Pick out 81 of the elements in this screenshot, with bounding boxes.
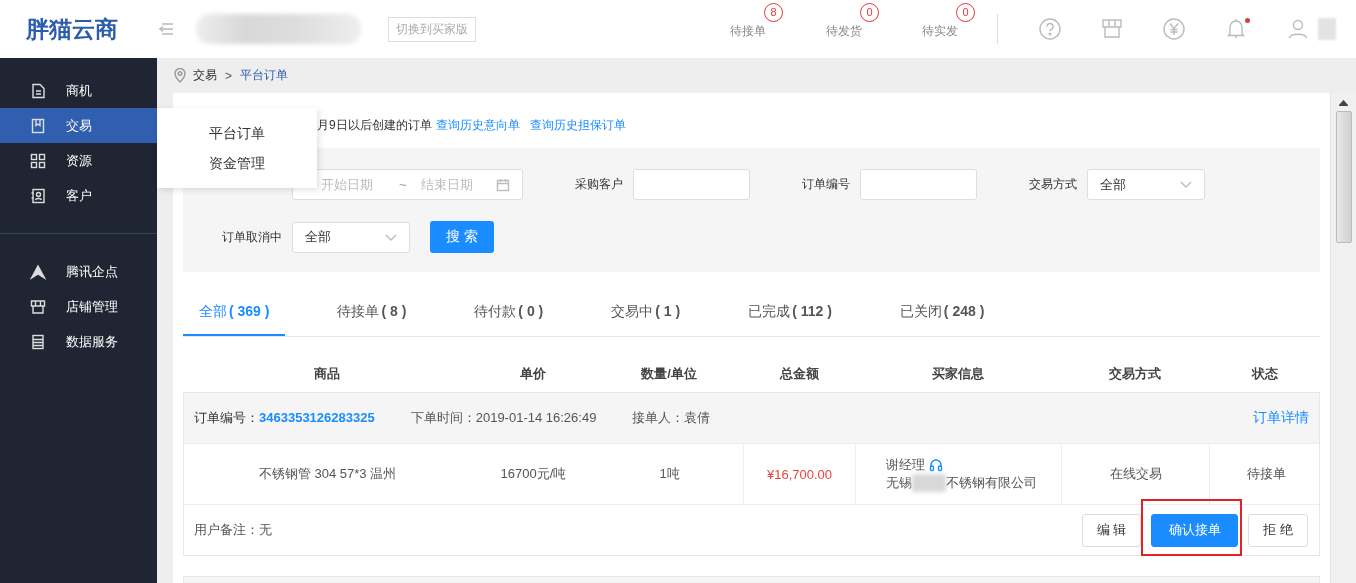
- chevron-down-icon: [1180, 181, 1192, 188]
- dropdown[interactable]: 全部: [1087, 169, 1205, 200]
- sidebar-item[interactable]: 资源: [0, 143, 157, 178]
- action-button[interactable]: 编 辑: [1081, 513, 1142, 547]
- column-header: 状态: [1250, 365, 1279, 383]
- filter-label: 订单编号: [802, 176, 850, 193]
- blurred-text: [912, 474, 946, 492]
- history-link[interactable]: 查询历史意向单: [435, 117, 520, 134]
- logo-text: 胖猫云商: [26, 14, 118, 44]
- store-icon: [30, 298, 46, 315]
- history-link[interactable]: 查询历史担保订单: [529, 117, 626, 134]
- bookmark-icon: [30, 117, 46, 134]
- user-icon[interactable]: [1286, 17, 1310, 41]
- submenu-item[interactable]: 平台订单: [157, 118, 317, 148]
- count-badge: 0: [860, 2, 879, 22]
- sidebar-item[interactable]: 腾讯企点: [0, 254, 157, 289]
- scroll-up-icon: [1339, 100, 1348, 106]
- dropdown[interactable]: 全部: [292, 221, 410, 253]
- column-header: 交易方式: [1108, 365, 1162, 383]
- total-amount: ¥16,700.00: [744, 444, 856, 504]
- order-number: 订单编号：3463353126283325: [194, 409, 375, 427]
- document-icon: [30, 82, 46, 99]
- status-tab[interactable]: 全部( 369 ): [183, 292, 286, 336]
- status-tab[interactable]: 交易中( 1 ): [595, 292, 697, 336]
- peak-icon: [30, 263, 46, 280]
- status-tab[interactable]: 待接单( 8 ): [321, 292, 423, 336]
- filter-label: 采购客户: [575, 176, 623, 193]
- collapse-menu-icon[interactable]: [158, 22, 174, 36]
- sidebar-item[interactable]: 商机: [0, 73, 157, 108]
- date-input[interactable]: 开始日期: [321, 177, 391, 192]
- chevron-down-icon: [385, 233, 397, 241]
- help-icon[interactable]: [1038, 17, 1062, 41]
- location-pin-icon: [174, 68, 186, 83]
- order-status: 待接单: [1245, 465, 1287, 483]
- status-tab[interactable]: 已关闭( 248 ): [883, 292, 1001, 336]
- column-header: 商品: [312, 365, 341, 383]
- filter-label: 交易方式: [1029, 176, 1077, 193]
- list-icon: [30, 333, 46, 350]
- action-button[interactable]: 拒 绝: [1248, 513, 1308, 547]
- sidebar-item[interactable]: 交易: [0, 108, 157, 143]
- sidebar-item[interactable]: 客户: [0, 178, 157, 213]
- yen-icon[interactable]: [1162, 17, 1186, 41]
- date-input[interactable]: 结束日期: [420, 177, 491, 192]
- store-icon[interactable]: [1100, 17, 1124, 41]
- count-badge: 0: [956, 2, 975, 22]
- status-tab[interactable]: 已完成( 112 ): [732, 292, 848, 336]
- buyer-company: 无锡: [886, 474, 912, 492]
- user-remark: 用户备注：无: [194, 521, 272, 539]
- counter-link[interactable]: 待实发: [922, 23, 958, 38]
- column-header: 买家信息: [931, 365, 985, 383]
- product-name: 不锈钢管 304 57*3 温州: [257, 465, 398, 483]
- buyer-company: 不锈钢有限公司: [946, 474, 1037, 492]
- grid-icon: [30, 152, 46, 169]
- notice-text: 月9日以后创建的订单: [317, 117, 432, 134]
- quantity: 1吨: [596, 444, 744, 504]
- order-receiver: 接单人：袁倩: [632, 409, 711, 427]
- filter-label: 订单取消中: [221, 228, 282, 246]
- breadcrumb-link[interactable]: 平台订单: [240, 67, 288, 84]
- text-field[interactable]: [860, 169, 977, 200]
- order-time: 下单时间：2019-01-14 16:26:49: [410, 409, 597, 427]
- counter-link[interactable]: 待发货: [826, 23, 862, 38]
- column-header: 总金额: [778, 365, 820, 383]
- scrollbar-thumb[interactable]: [1335, 111, 1352, 243]
- column-header: 单价: [518, 365, 547, 383]
- text-field[interactable]: [633, 169, 750, 200]
- counter-link[interactable]: 待接单: [730, 23, 766, 38]
- range-separator: ~: [399, 177, 407, 192]
- contact-card-icon: [30, 187, 46, 204]
- breadcrumb-separator: >: [225, 68, 232, 83]
- column-header: 数量/单位: [640, 365, 698, 383]
- calendar-icon: [496, 177, 510, 192]
- headset-icon[interactable]: [929, 458, 943, 472]
- unit-price: 16700元/吨: [499, 465, 568, 483]
- count-badge: 8: [764, 2, 783, 22]
- blurred-user-name: [1318, 18, 1336, 40]
- buyer-name: 谢经理: [886, 456, 925, 474]
- breadcrumb-link[interactable]: 交易: [193, 67, 217, 84]
- status-tab[interactable]: 待付款( 0 ): [458, 292, 560, 336]
- sidebar-item[interactable]: 店铺管理: [0, 289, 157, 324]
- trade-method: 在线交易: [1062, 444, 1210, 504]
- sidebar-item[interactable]: 数据服务: [0, 324, 157, 359]
